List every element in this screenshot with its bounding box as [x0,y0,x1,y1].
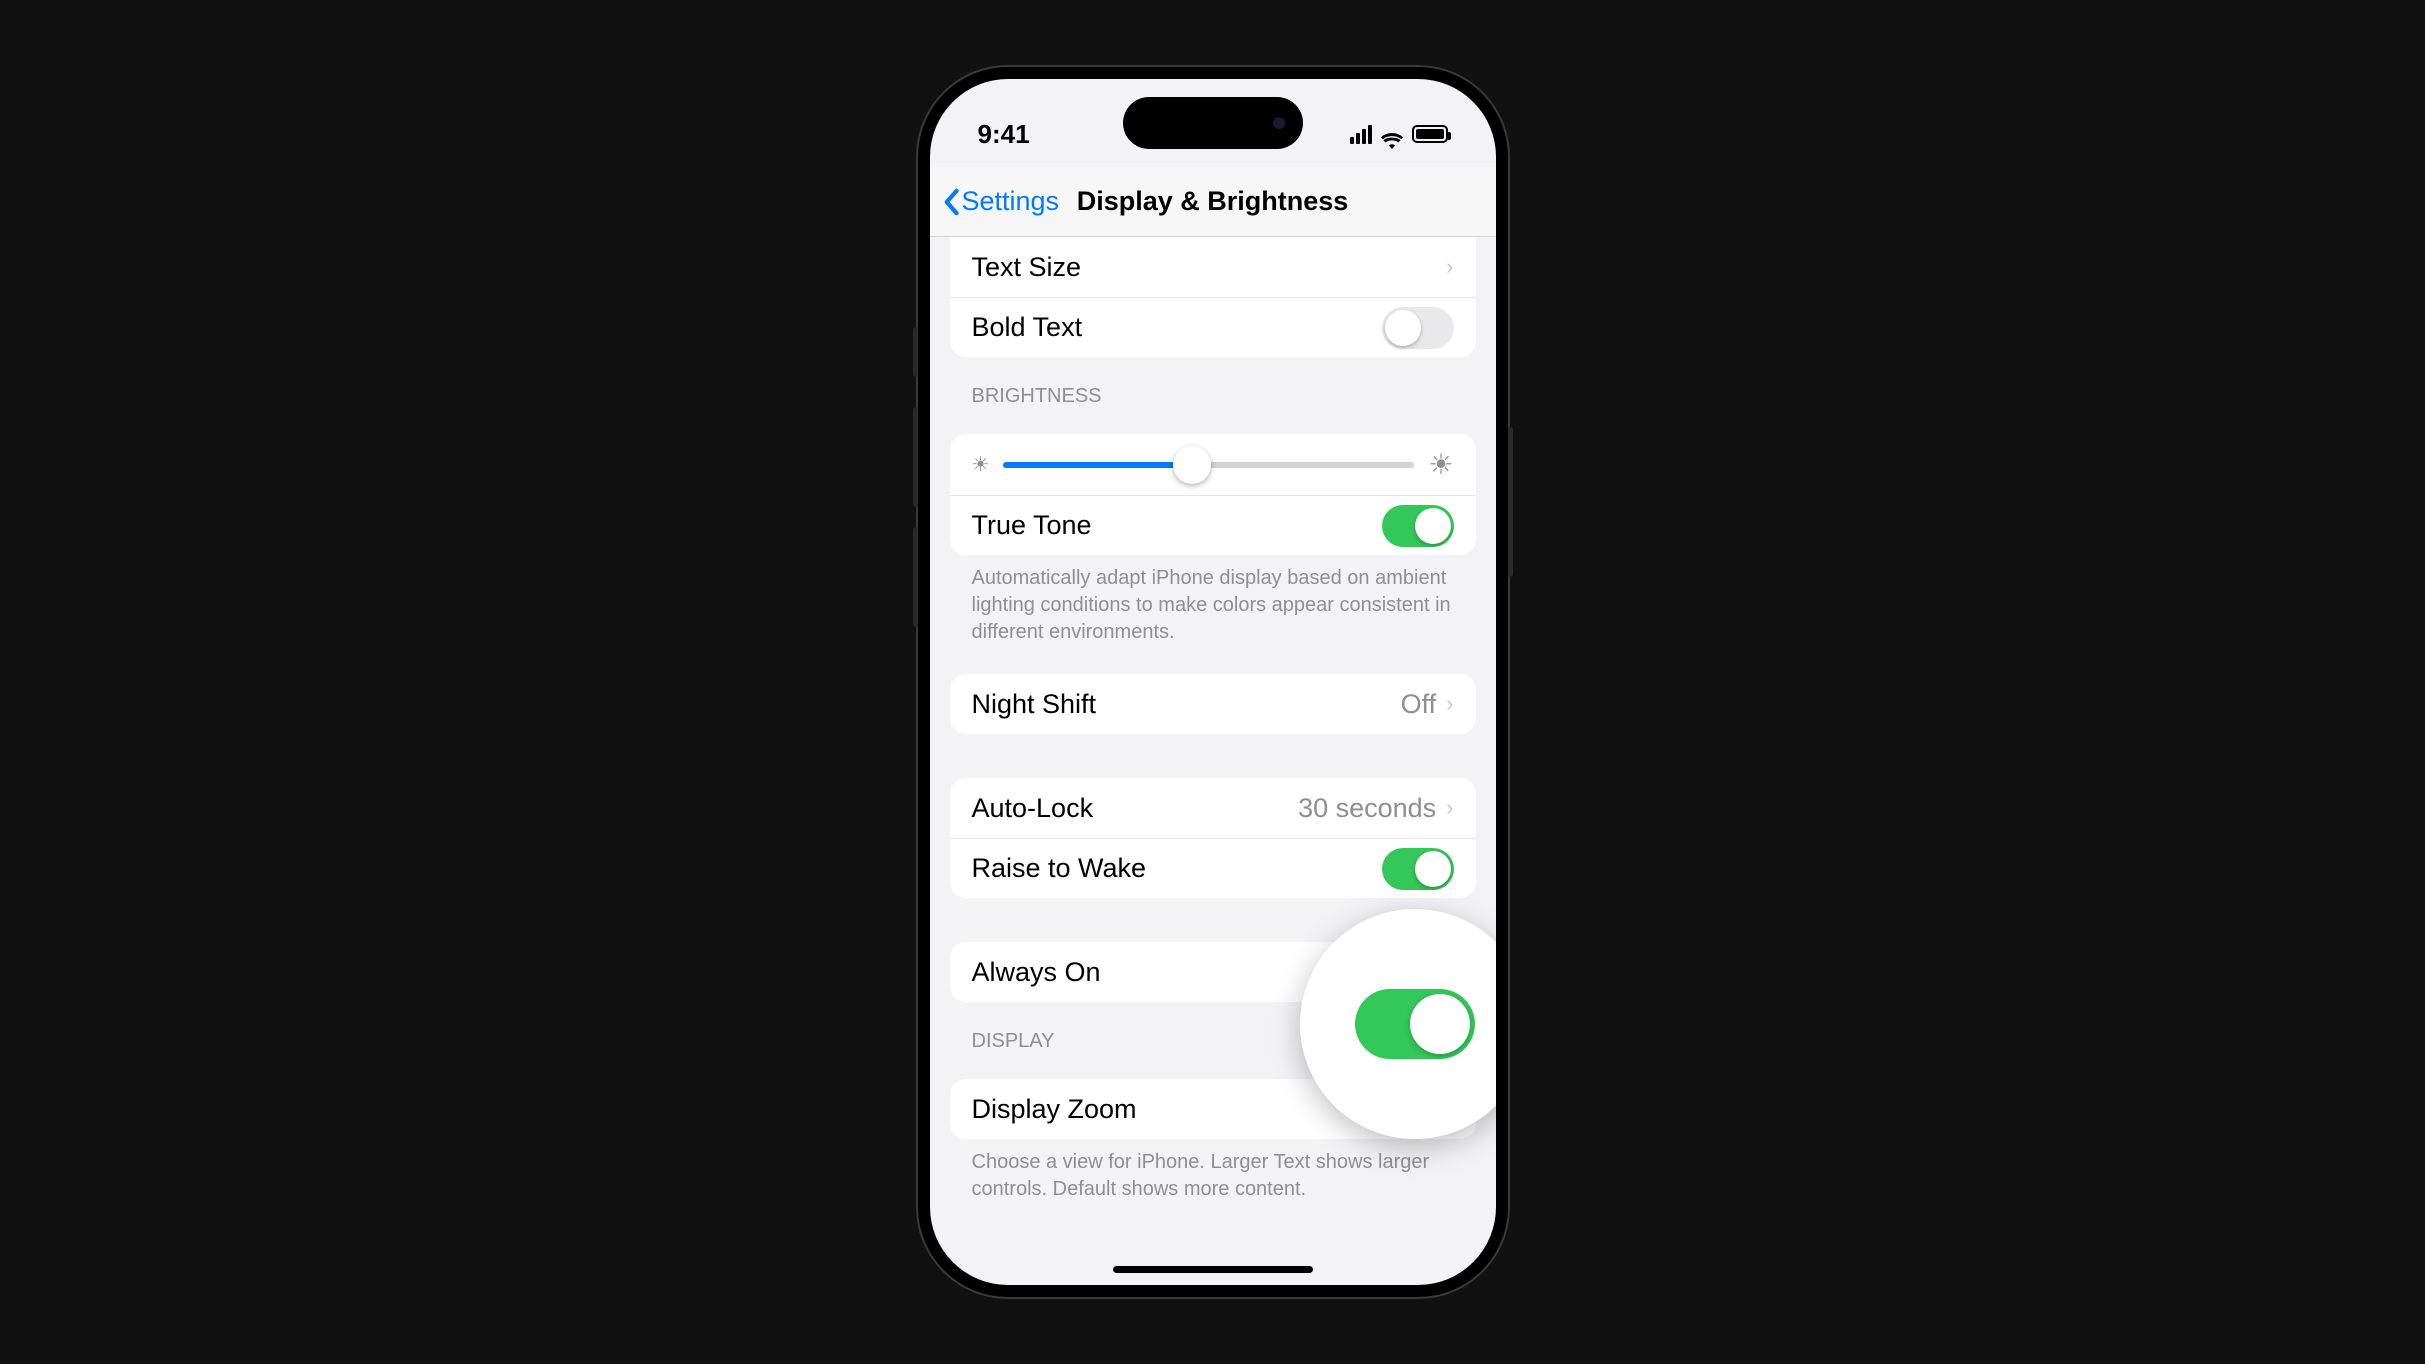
night-shift-group: Night Shift Off › [950,674,1476,734]
row-raise-to-wake[interactable]: Raise to Wake [950,838,1476,898]
value-night-shift: Off [1401,689,1437,720]
brightness-slider[interactable] [1003,462,1414,468]
row-brightness-slider: ☀︎ ☀︎ [950,434,1476,495]
nav-bar: Settings Display & Brightness [930,167,1496,237]
wifi-icon [1380,125,1404,143]
toggle-bold-text[interactable] [1382,307,1454,349]
status-time: 9:41 [978,119,1030,150]
chevron-right-icon: › [1446,795,1453,821]
chevron-right-icon: › [1446,254,1453,280]
text-group: Text Size › Bold Text [950,237,1476,357]
value-auto-lock: 30 seconds [1298,793,1436,824]
label-display-zoom: Display Zoom [972,1094,1137,1125]
toggle-raise-to-wake[interactable] [1382,848,1454,890]
callout-toggle-always-on [1355,989,1475,1059]
row-auto-lock[interactable]: Auto-Lock 30 seconds › [950,778,1476,838]
chevron-right-icon: › [1446,691,1453,717]
cellular-icon [1350,125,1372,144]
home-indicator[interactable] [1113,1266,1313,1273]
label-text-size: Text Size [972,252,1082,283]
sun-max-icon: ☀︎ [1428,448,1453,481]
battery-icon [1412,125,1448,143]
label-true-tone: True Tone [972,510,1092,541]
label-night-shift: Night Shift [972,689,1097,720]
dynamic-island [1123,97,1303,149]
iphone-frame: 9:41 Settings Display & Brightness Text … [918,67,1508,1297]
toggle-true-tone[interactable] [1382,505,1454,547]
chevron-left-icon [942,188,960,216]
row-bold-text[interactable]: Bold Text [950,297,1476,357]
label-always-on: Always On [972,957,1101,988]
row-true-tone[interactable]: True Tone [950,495,1476,555]
row-night-shift[interactable]: Night Shift Off › [950,674,1476,734]
row-text-size[interactable]: Text Size › [950,237,1476,297]
label-raise-to-wake: Raise to Wake [972,853,1147,884]
footer-display-zoom: Choose a view for iPhone. Larger Text sh… [950,1139,1476,1203]
footer-true-tone: Automatically adapt iPhone display based… [950,555,1476,646]
lock-group: Auto-Lock 30 seconds › Raise to Wake [950,778,1476,898]
label-bold-text: Bold Text [972,312,1083,343]
back-label: Settings [962,186,1060,217]
sun-min-icon: ☀︎ [972,452,990,477]
label-auto-lock: Auto-Lock [972,793,1094,824]
back-button[interactable]: Settings [942,186,1060,217]
screen: 9:41 Settings Display & Brightness Text … [930,79,1496,1285]
header-brightness: BRIGHTNESS [950,357,1476,418]
brightness-group: ☀︎ ☀︎ True Tone [950,434,1476,555]
